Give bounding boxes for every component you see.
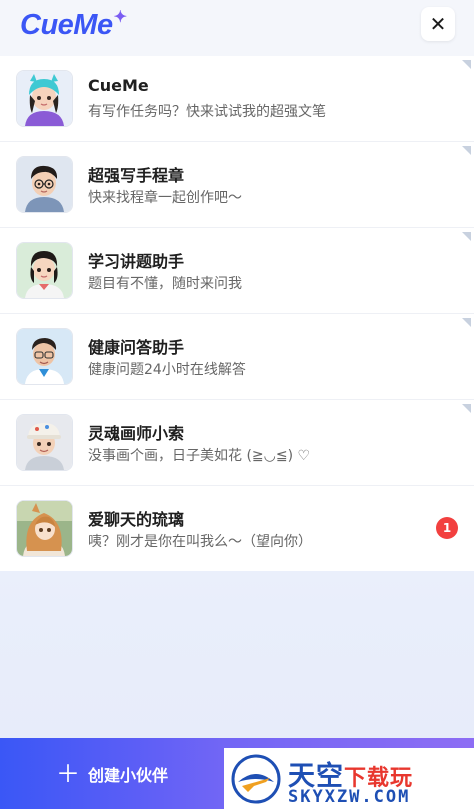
girl-student-avatar (16, 242, 73, 299)
boy-glasses-avatar (16, 156, 73, 213)
sparkle-icon: ✦ (113, 9, 127, 26)
chat-item-cueme[interactable]: CueMe 有写作任务吗？快来试试我的超强文笔 (0, 56, 474, 142)
chat-name: CueMe (88, 76, 149, 95)
chat-item-study-helper[interactable]: 学习讲题助手 题目有不懂，随时来问我 (0, 228, 474, 314)
close-icon: ✕ (429, 12, 447, 36)
chat-preview: 咦？刚才是你在叫我么～（望向你） (88, 534, 312, 550)
chat-preview: 快来找程章一起创作吧～ (88, 190, 242, 206)
logo-text: CueMe (20, 9, 113, 41)
corner-marker (462, 232, 471, 241)
corner-marker (462, 146, 471, 155)
watermark-banner: 天空下载玩 SKYXZW.COM (224, 748, 474, 809)
chat-item-health-helper[interactable]: 健康问答助手 健康问题24小时在线解答 (0, 314, 474, 400)
chat-name: 学习讲题助手 (88, 252, 185, 271)
site-logo-icon (231, 754, 281, 804)
chat-preview: 题目有不懂，随时来问我 (88, 276, 242, 292)
ad-top-strip (224, 738, 474, 748)
corner-marker (462, 318, 471, 327)
ad-url: SKYXZW.COM (288, 787, 411, 807)
corner-marker (462, 404, 471, 413)
doctor-avatar (16, 328, 73, 385)
top-bar: CueMe✦ ✕ (0, 0, 474, 56)
anime-girl-avatar (16, 500, 73, 557)
chat-name: 爱聊天的琉璃 (88, 510, 185, 529)
chat-item-painter[interactable]: 灵魂画师小索 没事画个画，日子美如花 (≧◡≦) ♡ (0, 400, 474, 486)
girl-beanie-avatar (16, 70, 73, 127)
chat-preview: 健康问题24小时在线解答 (88, 362, 246, 378)
app-logo: CueMe✦ (20, 9, 127, 42)
chat-list: CueMe 有写作任务吗？快来试试我的超强文笔 超强写手程章 快来找程章一起创作… (0, 56, 474, 571)
painter-boy-avatar (16, 414, 73, 471)
chat-preview: 有写作任务吗？快来试试我的超强文笔 (88, 104, 326, 120)
chat-name: 超强写手程章 (88, 166, 185, 185)
corner-marker (462, 60, 471, 69)
close-button[interactable]: ✕ (421, 7, 455, 41)
plus-icon: ＋ (55, 759, 80, 788)
chat-item-chengzhang[interactable]: 超强写手程章 快来找程章一起创作吧～ (0, 142, 474, 228)
chat-name: 健康问答助手 (88, 338, 185, 357)
chat-item-liuli[interactable]: 爱聊天的琉璃 咦？刚才是你在叫我么～（望向你） 1 (0, 486, 474, 571)
chat-preview: 没事画个画，日子美如花 (≧◡≦) ♡ (88, 448, 311, 464)
unread-badge: 1 (436, 517, 458, 539)
create-companion-button[interactable]: ＋ 创建小伙伴 (0, 738, 224, 809)
chat-name: 灵魂画师小索 (88, 424, 185, 443)
create-button-label: 创建小伙伴 (87, 765, 168, 785)
